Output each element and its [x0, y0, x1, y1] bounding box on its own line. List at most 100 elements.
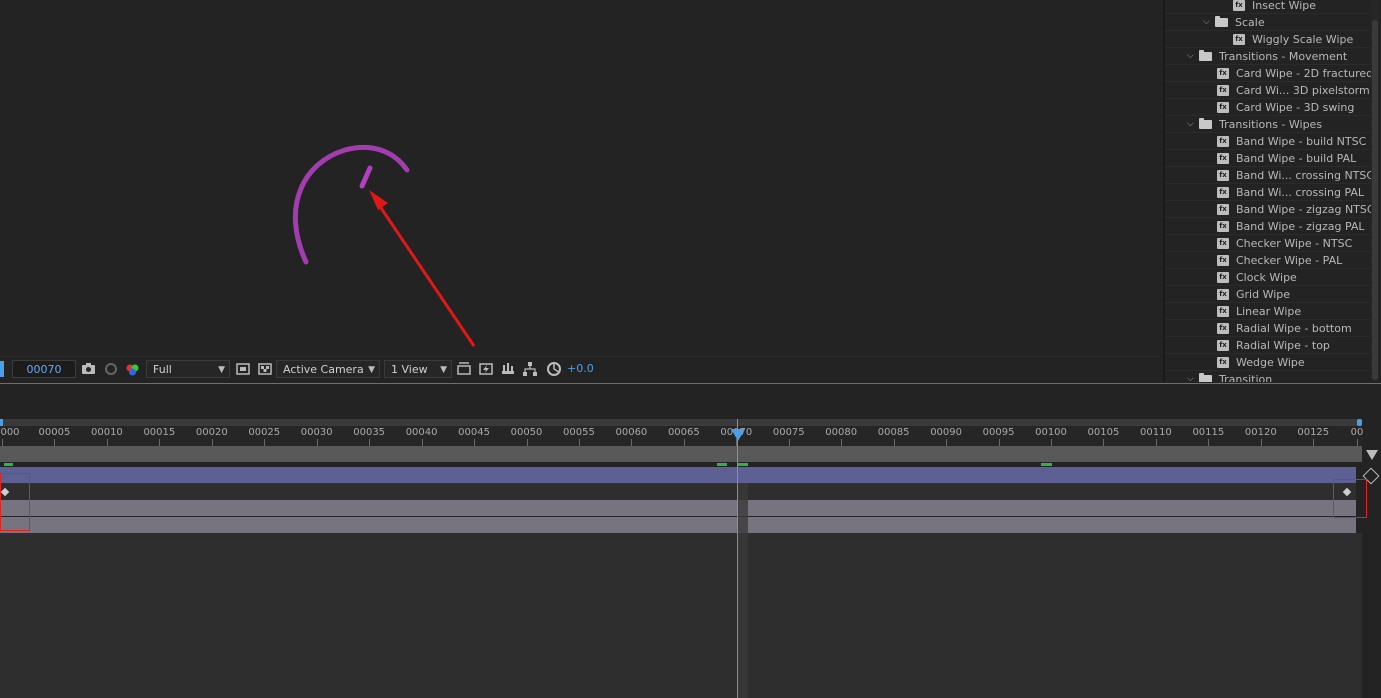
reset-exposure-icon[interactable] [545, 360, 563, 378]
effect-preset-icon: fx [1217, 255, 1229, 266]
chevron-down-icon: ▼ [218, 365, 225, 375]
ruler-tick [1051, 439, 1052, 446]
tree-item-label: Linear Wipe [1236, 305, 1302, 318]
ruler-tick [2, 439, 3, 446]
tree-item-label: Checker Wipe - NTSC [1236, 237, 1353, 250]
camera-value: Active Camera [283, 363, 364, 376]
ruler-tick-label: 00120 [1244, 427, 1277, 438]
effects-preset-item[interactable]: fx Band Wipe - zigzag PAL [1165, 218, 1370, 235]
playhead-line[interactable] [737, 419, 738, 698]
tree-item-label: Band Wi... crossing NTSC [1236, 169, 1375, 182]
effect-preset-icon: fx [1217, 221, 1229, 232]
ruler-tick [998, 439, 1000, 446]
camera-dropdown[interactable]: Active Camera ▼ [276, 360, 380, 378]
effects-folder[interactable]: ⌵ Transitions - Movement [1165, 48, 1370, 65]
ruler-tick [578, 439, 580, 446]
effect-preset-icon: fx [1217, 306, 1229, 317]
effects-preset-item[interactable]: fx Band Wipe - build NTSC [1165, 133, 1370, 150]
effect-preset-icon: fx [1217, 238, 1229, 249]
show-snapshot-icon[interactable] [102, 360, 120, 378]
timeline-icon[interactable] [499, 360, 517, 378]
time-ruler[interactable]: 000 00005 00010 00015 00020 00025 00030 00035 00… [0, 426, 1363, 446]
layer-duration-bar[interactable] [0, 500, 1356, 516]
tree-item-label: Transition [1219, 373, 1273, 382]
effects-folder[interactable]: ⌵ Transition [1165, 371, 1370, 382]
view-layout-dropdown[interactable]: 1 View ▼ [384, 360, 452, 378]
layer-duration-bar[interactable] [0, 517, 1356, 533]
chevron-down-icon[interactable]: ⌵ [1187, 116, 1194, 133]
region-of-interest-icon[interactable] [234, 360, 252, 378]
flowchart-icon[interactable] [521, 360, 539, 378]
work-area-end-handle[interactable] [1357, 419, 1362, 426]
ruler-tick [1260, 439, 1262, 446]
ruler-tick [683, 439, 685, 446]
effects-preset-item[interactable]: fx Clock Wipe [1165, 269, 1370, 286]
chevron-down-icon[interactable]: ⌵ [1203, 14, 1210, 31]
work-area-start-handle[interactable] [0, 419, 3, 426]
property-row[interactable] [0, 483, 1356, 500]
after-effects-window: 00070 Full ▼ Active Camera ▼ 1 View ▼ +0… [0, 0, 1381, 698]
current-frame-band [737, 483, 748, 698]
effects-preset-item[interactable]: fx Wedge Wipe [1165, 354, 1370, 371]
ruler-tick [1208, 439, 1210, 446]
effects-preset-item[interactable]: fx Band Wi... crossing NTSC [1165, 167, 1374, 184]
effects-folder[interactable]: ⌵ Scale [1165, 14, 1370, 31]
effects-preset-item[interactable]: fx Band Wipe - build PAL [1165, 150, 1370, 167]
effects-preset-item[interactable]: fx Band Wi... crossing PAL [1165, 184, 1370, 201]
ruler-tick [316, 439, 318, 446]
effects-preset-item[interactable]: fx Card Wi... 3D pixelstorm [1165, 82, 1370, 99]
ruler-tick [54, 439, 56, 446]
chevron-down-icon[interactable]: ⌵ [1187, 371, 1194, 382]
ruler-tick-label: 00060 [615, 427, 648, 438]
effects-preset-item[interactable]: fx Radial Wipe - bottom [1165, 320, 1370, 337]
ruler-tick [841, 439, 843, 446]
effects-preset-item[interactable]: fx Band Wipe - zigzag NTSC [1165, 201, 1375, 218]
work-area-bar[interactable] [0, 419, 1362, 426]
exposure-value[interactable]: +0.0 [567, 360, 607, 378]
effects-preset-item[interactable]: fx Insect Wipe [1165, 0, 1370, 14]
tree-item-label: Wedge Wipe [1236, 356, 1305, 369]
effects-preset-item[interactable]: fx Linear Wipe [1165, 303, 1370, 320]
color-channels-icon[interactable] [124, 360, 142, 378]
toggle-pixel-aspect-icon[interactable] [455, 360, 473, 378]
layer-duration-bar[interactable] [0, 467, 1356, 483]
transparency-grid-icon[interactable] [256, 360, 274, 378]
tree-item-label: Transitions - Movement [1219, 50, 1348, 63]
ruler-tick [369, 439, 371, 446]
effects-preset-item[interactable]: fx Card Wipe - 2D fractured [1165, 65, 1373, 82]
fast-previews-icon[interactable] [477, 360, 495, 378]
effects-preset-item[interactable]: fx Checker Wipe - PAL [1165, 252, 1370, 269]
effects-folder[interactable]: ⌵ Transitions - Wipes [1165, 116, 1370, 133]
effects-preset-item[interactable]: fx Radial Wipe - top [1165, 337, 1370, 354]
ruler-tick-label: 00095 [982, 427, 1015, 438]
timeline-panel: 000 00005 00010 00015 00020 00025 00030 00035 00… [0, 383, 1381, 698]
ruler-tick [1103, 439, 1105, 446]
effects-presets-panel: fx Insect Wipe ⌵ Scale fx Wiggly Scale Wipe ⌵ T… [1163, 0, 1381, 382]
folder-icon [1199, 373, 1212, 382]
effects-preset-item[interactable]: fx Checker Wipe - NTSC [1165, 235, 1370, 252]
ruler-tick-label: 00045 [458, 427, 490, 438]
chevron-down-icon[interactable]: ⌵ [1187, 48, 1194, 65]
end-marker-icon[interactable] [1366, 450, 1378, 460]
ruler-tick-label: 00125 [1297, 427, 1330, 438]
time-navigator-bar[interactable] [0, 446, 1362, 462]
tree-item-label: Radial Wipe - bottom [1236, 322, 1352, 335]
playhead-handle[interactable] [731, 429, 745, 441]
ruler-tick-label: 00090 [930, 427, 962, 438]
ruler-tick-label: 00065 [667, 427, 700, 438]
composition-viewer[interactable] [0, 0, 1160, 355]
current-time-field[interactable]: 00070 [12, 360, 76, 378]
snapshot-icon[interactable] [80, 360, 98, 378]
effects-preset-item[interactable]: fx Wiggly Scale Wipe [1165, 31, 1370, 48]
resolution-dropdown[interactable]: Full ▼ [146, 360, 230, 378]
effect-preset-icon: fx [1217, 102, 1229, 113]
ruler-tick [1155, 439, 1157, 446]
effects-preset-item[interactable]: fx Grid Wipe [1165, 286, 1370, 303]
effects-preset-item[interactable]: fx Card Wipe - 3D swing [1165, 99, 1370, 116]
ruler-tick [788, 439, 790, 446]
ruler-tick-label: 00115 [1192, 427, 1225, 438]
ruler-tick-label: 00035 [353, 427, 386, 438]
effects-scrollbar[interactable] [1371, 0, 1379, 380]
tree-item-label: Checker Wipe - PAL [1236, 254, 1343, 267]
effects-scrollbar-thumb[interactable] [1372, 20, 1378, 380]
